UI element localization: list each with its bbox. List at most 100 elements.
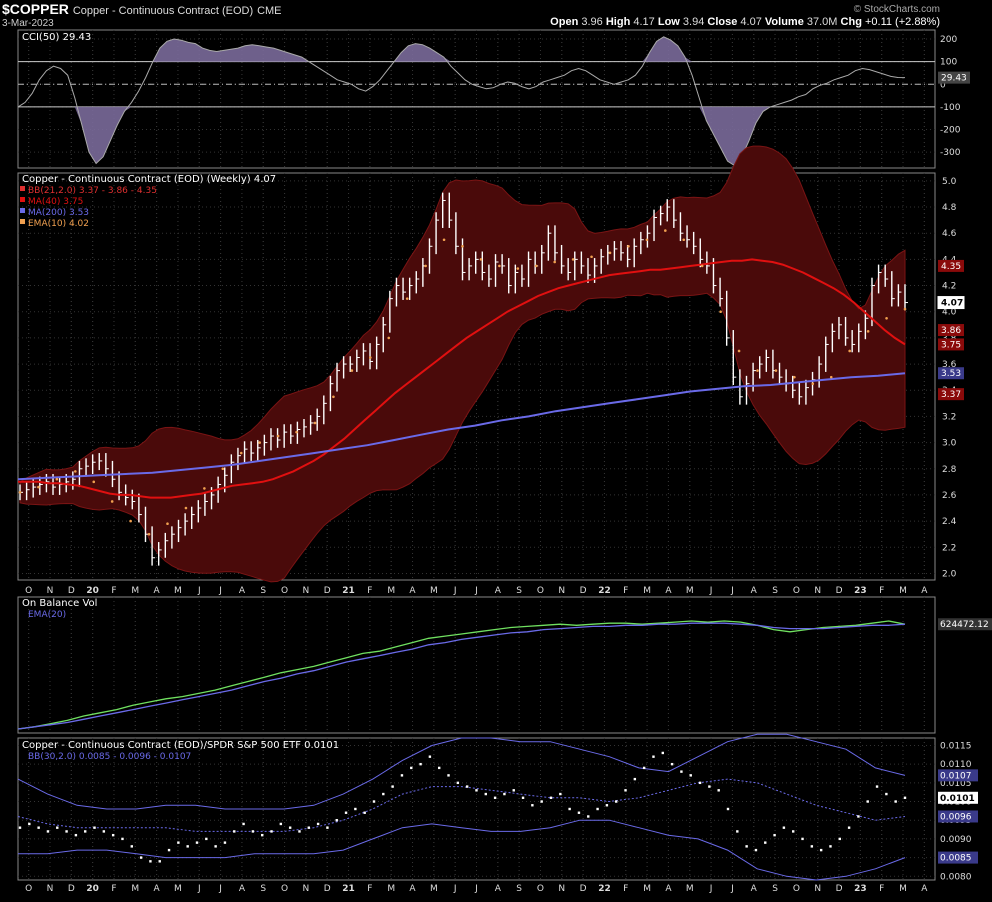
ema10-point [516, 267, 520, 270]
symbol-title: $COPPER Copper - Continuous Contract (EO… [2, 1, 282, 17]
ratio-point [410, 766, 413, 770]
ema10-point [147, 532, 151, 536]
x-tick-label: A [154, 586, 161, 596]
ratio-point [167, 848, 171, 852]
x-tick-label: J [218, 884, 222, 894]
x-tick-label: J [218, 586, 222, 596]
ema10-point [387, 336, 391, 340]
price-legend-entry: EMA(10) 4.02 [28, 219, 89, 229]
ratio-point [233, 830, 236, 833]
ratio-point [717, 789, 720, 792]
ema10-point [811, 382, 815, 385]
ratio-point [726, 807, 730, 811]
ema10-point [866, 330, 870, 333]
x-tick-label: F [111, 884, 116, 894]
price-legend-entry: BB(21,2.0) 3.37 - 3.86 - 4.35 [28, 186, 157, 196]
ema10-point [553, 260, 556, 264]
ratio-point [270, 830, 273, 833]
ratio-point [708, 785, 711, 788]
x-tick-label: N [558, 884, 565, 894]
x-tick-label: D [580, 586, 587, 596]
ratio-point [894, 800, 897, 803]
ratio-point [875, 785, 879, 788]
ratio-point [438, 766, 441, 770]
ratio-point [577, 811, 581, 814]
x-tick-label: M [131, 586, 139, 596]
ema10-point [313, 421, 317, 425]
x-tick-label: D [68, 586, 75, 596]
x-tick-label: D [836, 884, 843, 894]
ratio-point [885, 792, 888, 796]
ratio-point [838, 837, 841, 841]
ema10-point [74, 470, 77, 473]
x-tick-label: A [495, 586, 502, 596]
ratio-point [903, 796, 907, 799]
ratio-point [531, 804, 534, 807]
obv-value-tag-label: 624472.12 [940, 620, 989, 630]
x-tick-label: J [197, 884, 201, 894]
x-tick-label: D [324, 884, 331, 894]
ratio-point [642, 766, 646, 770]
ratio-point [689, 774, 692, 777]
ratio-point [475, 789, 478, 792]
ratio-point [158, 860, 161, 863]
x-tick-label: M [643, 586, 651, 596]
ratio-point [242, 822, 245, 826]
x-tick-label: O [281, 884, 288, 894]
cci-tick-label: -200 [940, 126, 961, 136]
ema10-point [166, 522, 169, 526]
ema10-point [129, 519, 132, 523]
ratio-point [810, 845, 814, 848]
cci-tick-label: -300 [940, 148, 961, 158]
ratio-point [764, 841, 767, 844]
ratio-point [596, 807, 599, 811]
x-tick-label: S [516, 884, 522, 894]
ratio-point [326, 826, 329, 829]
ratio-point [214, 845, 217, 848]
x-tick-label: A [921, 884, 928, 894]
ratio-point [84, 830, 87, 833]
x-tick-label: O [793, 586, 800, 596]
ratio-point [447, 774, 450, 777]
ema10-point [534, 264, 538, 268]
ema10-point [664, 229, 667, 232]
ratio-point [130, 845, 133, 848]
x-tick-label: N [814, 586, 821, 596]
ema10-point [829, 375, 833, 379]
ratio-point [503, 792, 506, 796]
volume-value: 37.0M [806, 16, 838, 28]
x-tick-label: 23 [854, 586, 867, 596]
obv-legend-ema: EMA(20) [28, 610, 66, 620]
ema10-point [276, 434, 280, 438]
ema10-point [737, 349, 741, 353]
x-tick-label: 22 [598, 884, 611, 894]
ratio-tick-label: 0.0080 [940, 872, 972, 882]
ratio-point [847, 826, 851, 829]
x-tick-label: 21 [342, 884, 355, 894]
symbol: $COPPER [2, 1, 69, 17]
ratio-point [102, 830, 106, 833]
ratio-tick-label: 0.0115 [940, 741, 972, 751]
ema10-point [793, 375, 796, 379]
price-tick-label: 2.2 [942, 543, 956, 553]
x-tick-label: F [623, 586, 628, 596]
ema10-point [37, 485, 40, 489]
price-legend-entry: MA(40) 3.75 [28, 197, 83, 207]
x-tick-label: S [772, 586, 778, 596]
x-tick-label: A [665, 586, 672, 596]
ratio-point [549, 796, 553, 799]
ema10-point [258, 441, 261, 444]
close-label: Close [707, 16, 738, 28]
x-tick-label: F [367, 586, 372, 596]
ratio-point [251, 830, 255, 833]
ratio-point [661, 751, 664, 755]
x-tick-label: J [730, 884, 734, 894]
cci-tick-label: -100 [940, 103, 961, 113]
ema10-point [627, 244, 630, 248]
ratio-point [65, 830, 68, 833]
ratio-point [56, 826, 59, 829]
ratio-point [18, 826, 22, 829]
ema10-point [405, 297, 409, 300]
ratio-point [819, 848, 823, 852]
high-label: High [605, 16, 631, 28]
